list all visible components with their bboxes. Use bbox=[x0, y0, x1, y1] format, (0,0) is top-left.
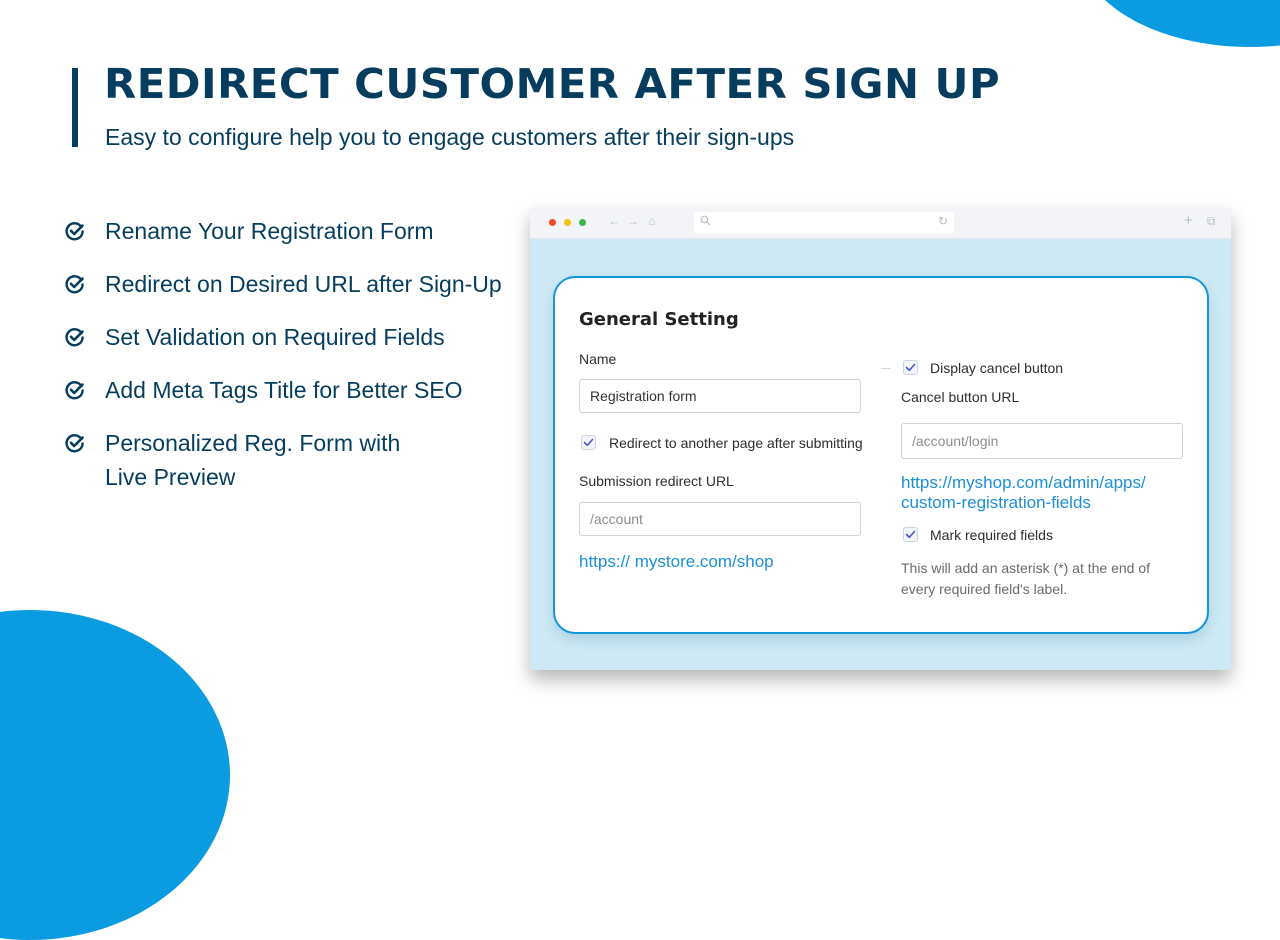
feature-item: Rename Your Registration Form bbox=[64, 214, 502, 248]
check-circle-icon bbox=[65, 381, 84, 400]
feature-list: Rename Your Registration Form Redirect o… bbox=[64, 214, 502, 513]
check-circle-icon bbox=[65, 434, 84, 453]
new-tab-icon[interactable]: + bbox=[1184, 212, 1193, 229]
column-divider bbox=[881, 368, 891, 369]
search-icon bbox=[700, 215, 711, 229]
checkmark-icon bbox=[905, 363, 916, 372]
mark-required-help: This will add an asterisk (*) at the end… bbox=[901, 558, 1150, 600]
display-cancel-label: Display cancel button bbox=[930, 360, 1064, 376]
settings-heading: General Setting bbox=[579, 309, 739, 330]
check-circle-icon bbox=[65, 328, 84, 347]
cancel-url-label: Cancel button URL bbox=[901, 389, 1020, 405]
feature-item: Redirect on Desired URL after Sign-Up bbox=[64, 267, 502, 301]
help-line: This will add an asterisk (*) at the end… bbox=[901, 560, 1151, 576]
submission-url-input[interactable]: /account bbox=[579, 502, 861, 536]
feature-item: Set Validation on Required Fields bbox=[64, 320, 502, 354]
redirect-checkbox-label: Redirect to another page after submittin… bbox=[609, 435, 863, 451]
mark-required-checkbox[interactable] bbox=[903, 527, 918, 542]
mark-required-label: Mark required fields bbox=[930, 527, 1053, 543]
feature-item: Add Meta Tags Title for Better SEO bbox=[64, 373, 502, 407]
home-icon[interactable]: ⌂ bbox=[648, 214, 655, 228]
name-input[interactable]: Registration form bbox=[579, 379, 861, 413]
check-circle-icon bbox=[65, 275, 84, 294]
feature-text: Live Preview bbox=[105, 464, 236, 490]
close-dot-icon[interactable] bbox=[549, 219, 556, 226]
feature-text: Personalized Reg. Form with bbox=[105, 430, 401, 456]
name-label: Name bbox=[579, 351, 617, 367]
address-bar[interactable]: ↻ bbox=[694, 212, 954, 233]
cancel-url-input[interactable]: /account/login bbox=[901, 423, 1183, 459]
check-circle-icon bbox=[65, 222, 84, 241]
minimize-dot-icon[interactable] bbox=[564, 219, 571, 226]
tabs-icon[interactable]: ⧉ bbox=[1207, 214, 1216, 229]
decorative-blob-bottom-left bbox=[0, 610, 230, 940]
cancel-url-link[interactable]: https://myshop.com/admin/apps/ custom-re… bbox=[901, 473, 1146, 513]
submission-url-label: Submission redirect URL bbox=[579, 473, 734, 489]
browser-toolbar: ← → ⌂ ↻ + ⧉ bbox=[530, 207, 1231, 239]
page-title: REDIRECT CUSTOMER AFTER SIGN UP bbox=[104, 60, 1001, 108]
back-arrow-icon[interactable]: ← bbox=[608, 214, 620, 228]
general-setting-card: General Setting Name Registration form R… bbox=[553, 276, 1209, 634]
redirect-checkbox[interactable] bbox=[581, 435, 596, 450]
page-subtitle: Easy to configure help you to engage cus… bbox=[105, 124, 795, 150]
title-accent-bar bbox=[72, 68, 78, 147]
feature-text: Set Validation on Required Fields bbox=[105, 324, 445, 350]
feature-text: Rename Your Registration Form bbox=[105, 218, 434, 244]
display-cancel-checkbox[interactable] bbox=[903, 360, 918, 375]
cancel-url-link-line1: https://myshop.com/admin/apps/ bbox=[901, 473, 1146, 492]
decorative-blob-top-right bbox=[1080, 0, 1280, 47]
forward-arrow-icon[interactable]: → bbox=[627, 214, 639, 228]
reload-icon[interactable]: ↻ bbox=[938, 214, 948, 228]
feature-text: Redirect on Desired URL after Sign-Up bbox=[105, 271, 502, 297]
submission-url-link[interactable]: https:// mystore.com/shop bbox=[579, 552, 774, 572]
checkmark-icon bbox=[905, 530, 916, 539]
maximize-dot-icon[interactable] bbox=[579, 219, 586, 226]
feature-text: Add Meta Tags Title for Better SEO bbox=[105, 377, 463, 403]
cancel-url-link-line2: custom-registration-fields bbox=[901, 493, 1091, 512]
browser-mockup: ← → ⌂ ↻ + ⧉ General Setting Name Registr… bbox=[530, 207, 1231, 670]
help-line: every required field's label. bbox=[901, 581, 1068, 597]
feature-item: Personalized Reg. Form with Live Preview bbox=[64, 426, 502, 494]
checkmark-icon bbox=[583, 438, 594, 447]
